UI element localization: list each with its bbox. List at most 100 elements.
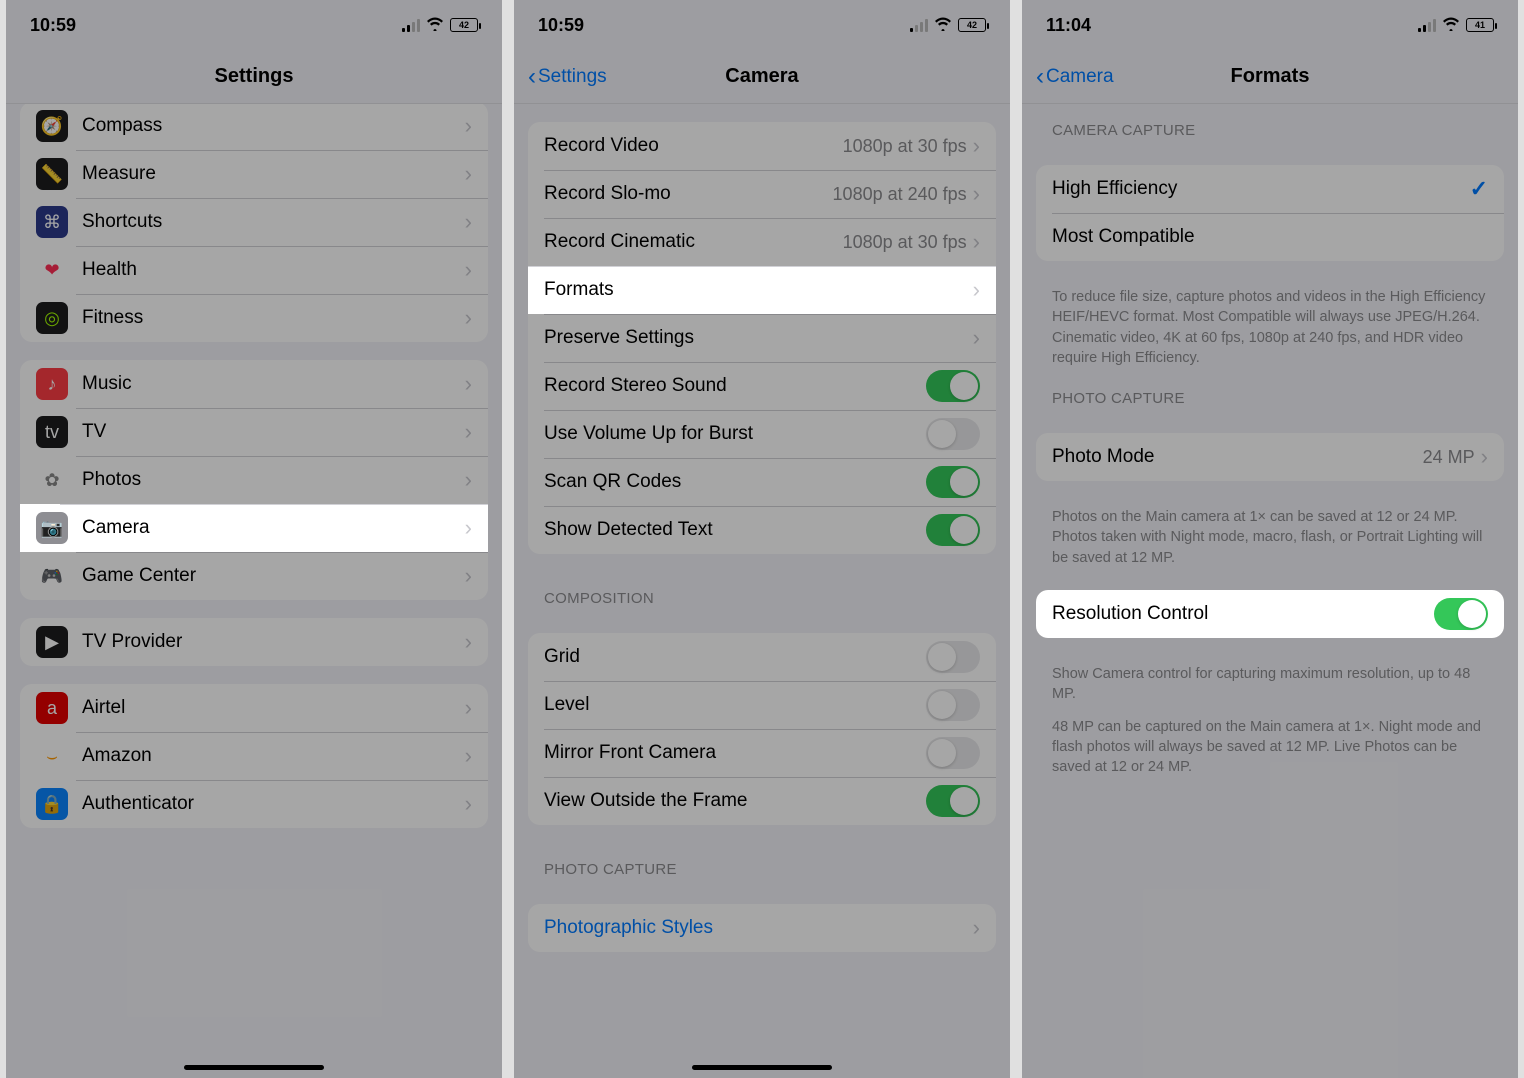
status-indicators: 42 xyxy=(402,15,478,36)
row-value: 1080p at 30 fps xyxy=(843,136,967,157)
cellular-icon xyxy=(910,18,928,32)
toggle[interactable] xyxy=(926,785,980,817)
row-label: Airtel xyxy=(82,697,465,719)
list-row-view-outside-the-frame[interactable]: View Outside the Frame xyxy=(528,777,996,825)
chevron-right-icon: › xyxy=(973,181,980,207)
list-row-music[interactable]: ♪Music› xyxy=(20,360,488,408)
row-label: Camera xyxy=(82,517,465,539)
row-label: Record Stereo Sound xyxy=(544,375,926,397)
app-icon: 📏 xyxy=(36,158,68,190)
list-row-level[interactable]: Level xyxy=(528,681,996,729)
row-label: Compass xyxy=(82,115,465,137)
chevron-right-icon: › xyxy=(465,629,472,655)
list-row-compass[interactable]: 🧭Compass› xyxy=(20,104,488,150)
row-label: Formats xyxy=(544,279,973,301)
app-icon: a xyxy=(36,692,68,724)
camera-group: Record Video1080p at 30 fps›Record Slo-m… xyxy=(528,122,996,554)
settings-list[interactable]: 🧭Compass›📏Measure›⌘Shortcuts›❤Health›◎Fi… xyxy=(6,104,502,1078)
chevron-right-icon: › xyxy=(465,791,472,817)
list-row-authenticator[interactable]: 🔒Authenticator› xyxy=(20,780,488,828)
section-footer: Show Camera control for capturing maximu… xyxy=(1022,656,1518,709)
list-row-record-cinematic[interactable]: Record Cinematic1080p at 30 fps › xyxy=(528,218,996,266)
toggle[interactable] xyxy=(926,641,980,673)
app-icon: tv xyxy=(36,416,68,448)
settings-group: ▶TV Provider› xyxy=(20,618,488,666)
back-button[interactable]: ‹ Settings xyxy=(528,65,607,89)
list-row-high-efficiency[interactable]: High Efficiency✓ xyxy=(1036,165,1504,213)
list-row-record-slo-mo[interactable]: Record Slo-mo1080p at 240 fps› xyxy=(528,170,996,218)
nav-bar: ‹ Camera Formats xyxy=(1022,50,1518,104)
chevron-right-icon: › xyxy=(465,371,472,397)
row-value: 1080p at 30 fps xyxy=(843,232,967,253)
battery-icon: 42 xyxy=(958,18,986,32)
row-label: Record Cinematic xyxy=(544,231,843,253)
list-row-record-video[interactable]: Record Video1080p at 30 fps› xyxy=(528,122,996,170)
chevron-right-icon: › xyxy=(465,419,472,445)
phone-settings: 10:59 42 Settings 🧭Compass›📏Measure›⌘Sho… xyxy=(6,0,502,1078)
cellular-icon xyxy=(1418,18,1436,32)
phone-formats: 11:04 41 ‹ Camera Formats CAMERA CAPTURE… xyxy=(1022,0,1518,1078)
list-row-formats[interactable]: Formats› xyxy=(528,266,996,314)
list-row-shortcuts[interactable]: ⌘Shortcuts› xyxy=(20,198,488,246)
list-row-tv-provider[interactable]: ▶TV Provider› xyxy=(20,618,488,666)
formats-group: Photo Mode24 MP› xyxy=(1036,433,1504,481)
toggle[interactable] xyxy=(926,689,980,721)
status-time: 10:59 xyxy=(30,15,76,36)
list-row-airtel[interactable]: aAirtel› xyxy=(20,684,488,732)
toggle[interactable] xyxy=(926,737,980,769)
list-row-photos[interactable]: ✿Photos› xyxy=(20,456,488,504)
list-row-photo-mode[interactable]: Photo Mode24 MP› xyxy=(1036,433,1504,481)
chevron-right-icon: › xyxy=(465,743,472,769)
list-row-show-detected-text[interactable]: Show Detected Text xyxy=(528,506,996,554)
list-row-grid[interactable]: Grid xyxy=(528,633,996,681)
camera-settings-list[interactable]: Record Video1080p at 30 fps›Record Slo-m… xyxy=(514,104,1010,1078)
list-row-fitness[interactable]: ◎Fitness› xyxy=(20,294,488,342)
chevron-right-icon: › xyxy=(973,915,980,941)
list-row-resolution-control[interactable]: Resolution Control xyxy=(1036,590,1504,638)
home-indicator xyxy=(692,1065,832,1070)
toggle[interactable] xyxy=(926,466,980,498)
section-header: CAMERA CAPTURE xyxy=(1022,104,1518,147)
list-row-scan-qr-codes[interactable]: Scan QR Codes xyxy=(528,458,996,506)
page-title: Settings xyxy=(215,65,294,88)
app-icon: 🧭 xyxy=(36,110,68,142)
list-row-game-center[interactable]: 🎮Game Center› xyxy=(20,552,488,600)
back-button[interactable]: ‹ Camera xyxy=(1036,65,1114,89)
row-label: Preserve Settings xyxy=(544,327,973,349)
section-footer: 48 MP can be captured on the Main camera… xyxy=(1022,709,1518,782)
chevron-right-icon: › xyxy=(973,229,980,255)
list-row-tv[interactable]: tvTV› xyxy=(20,408,488,456)
page-title: Camera xyxy=(725,65,798,88)
status-bar: 10:59 42 xyxy=(514,0,1010,50)
chevron-left-icon: ‹ xyxy=(528,65,536,89)
chevron-right-icon: › xyxy=(465,161,472,187)
toggle[interactable] xyxy=(926,418,980,450)
page-title: Formats xyxy=(1231,65,1310,88)
list-row-use-volume-up-for-burst[interactable]: Use Volume Up for Burst xyxy=(528,410,996,458)
three-phone-layout: 10:59 42 Settings 🧭Compass›📏Measure›⌘Sho… xyxy=(0,0,1524,1078)
status-bar: 11:04 41 xyxy=(1022,0,1518,50)
toggle[interactable] xyxy=(926,370,980,402)
app-icon: ♪ xyxy=(36,368,68,400)
list-row-record-stereo-sound[interactable]: Record Stereo Sound xyxy=(528,362,996,410)
app-icon: ⌘ xyxy=(36,206,68,238)
toggle[interactable] xyxy=(1434,598,1488,630)
camera-group: Photographic Styles› xyxy=(528,904,996,952)
list-row-camera[interactable]: 📷Camera› xyxy=(20,504,488,552)
list-row-preserve-settings[interactable]: Preserve Settings› xyxy=(528,314,996,362)
back-label: Camera xyxy=(1046,66,1114,88)
toggle[interactable] xyxy=(926,514,980,546)
list-row-amazon[interactable]: ⌣Amazon› xyxy=(20,732,488,780)
wifi-icon xyxy=(1442,15,1460,36)
row-label: Use Volume Up for Burst xyxy=(544,423,926,445)
nav-bar: Settings xyxy=(6,50,502,104)
list-row-measure[interactable]: 📏Measure› xyxy=(20,150,488,198)
list-row-health[interactable]: ❤Health› xyxy=(20,246,488,294)
list-row-photographic-styles[interactable]: Photographic Styles› xyxy=(528,904,996,952)
formats-list[interactable]: CAMERA CAPTURE High Efficiency✓Most Comp… xyxy=(1022,104,1518,1078)
list-row-most-compatible[interactable]: Most Compatible xyxy=(1036,213,1504,261)
list-row-mirror-front-camera[interactable]: Mirror Front Camera xyxy=(528,729,996,777)
home-indicator xyxy=(184,1065,324,1070)
chevron-right-icon: › xyxy=(973,325,980,351)
status-indicators: 42 xyxy=(910,15,986,36)
